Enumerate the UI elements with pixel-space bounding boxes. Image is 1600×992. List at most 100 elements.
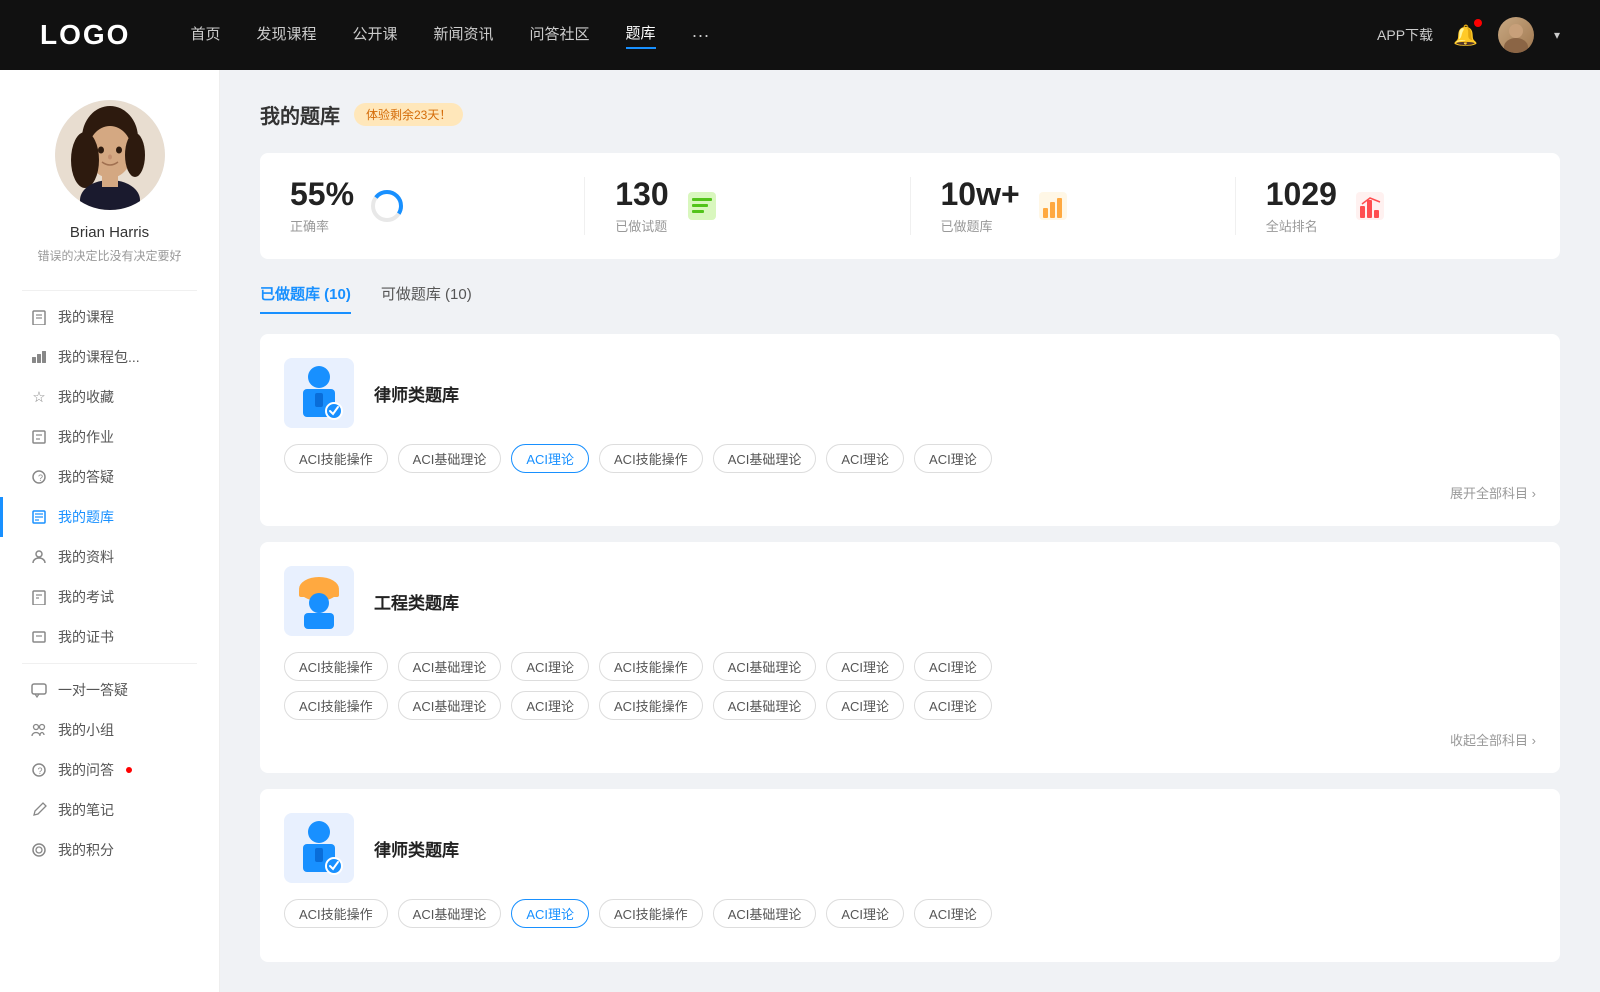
profile-icon bbox=[30, 548, 48, 566]
course-pack-icon bbox=[30, 348, 48, 366]
certificate-icon bbox=[30, 628, 48, 646]
nav-item-news[interactable]: 新闻资讯 bbox=[434, 23, 494, 48]
nav-item-qbank[interactable]: 题库 bbox=[626, 22, 656, 49]
tag-1-5[interactable]: ACI理论 bbox=[826, 444, 904, 473]
app-download-link[interactable]: APP下载 bbox=[1377, 25, 1433, 45]
stat-site-rank: 1029 全站排名 bbox=[1236, 177, 1560, 235]
stat-done-questions-value: 130 bbox=[615, 177, 668, 212]
rank-icon bbox=[1351, 187, 1389, 225]
qbank-card-lawyer-1: 律师类题库 ACI技能操作 ACI基础理论 ACI理论 ACI技能操作 ACI基… bbox=[260, 334, 1560, 526]
tab-done-banks[interactable]: 已做题库 (10) bbox=[260, 283, 351, 314]
tag-3-2[interactable]: ACI理论 bbox=[511, 899, 589, 928]
nav-item-discover[interactable]: 发现课程 bbox=[256, 23, 316, 48]
sidebar-item-certificate[interactable]: 我的证书 bbox=[0, 617, 219, 657]
stat-done-questions-text: 130 已做试题 bbox=[615, 177, 668, 235]
user-motto: 错误的决定比没有决定要好 bbox=[27, 247, 191, 264]
chevron-down-icon[interactable]: ▾ bbox=[1554, 28, 1560, 42]
tag-3-3[interactable]: ACI技能操作 bbox=[599, 899, 703, 928]
tag-2a-5[interactable]: ACI理论 bbox=[826, 652, 904, 681]
sidebar-label-profile: 我的资料 bbox=[58, 547, 114, 567]
stat-done-banks-value: 10w+ bbox=[941, 177, 1020, 212]
tag-1-4[interactable]: ACI基础理论 bbox=[713, 444, 817, 473]
sidebar-item-groups[interactable]: 我的小组 bbox=[0, 710, 219, 750]
navbar: LOGO 首页 发现课程 公开课 新闻资讯 问答社区 题库 ··· APP下载 … bbox=[0, 0, 1600, 70]
tag-2a-2[interactable]: ACI理论 bbox=[511, 652, 589, 681]
tag-3-5[interactable]: ACI理论 bbox=[826, 899, 904, 928]
sidebar-item-courses[interactable]: 我的课程 bbox=[0, 297, 219, 337]
sidebar-item-homework[interactable]: 我的作业 bbox=[0, 417, 219, 457]
tag-2b-0[interactable]: ACI技能操作 bbox=[284, 691, 388, 720]
my-qa-icon: ? bbox=[30, 761, 48, 779]
sidebar-item-exam[interactable]: 我的考试 bbox=[0, 577, 219, 617]
qa-notification-dot bbox=[126, 767, 132, 773]
main-content: 我的题库 体验剩余23天！ 55% 正确率 bbox=[220, 70, 1600, 992]
qbank-header-1: 律师类题库 bbox=[284, 358, 1536, 428]
notes-icon bbox=[30, 801, 48, 819]
tag-1-6[interactable]: ACI理论 bbox=[914, 444, 992, 473]
qbank-title-1: 律师类题库 bbox=[374, 381, 459, 406]
tag-2b-2[interactable]: ACI理论 bbox=[511, 691, 589, 720]
sidebar-label-qa: 我的答疑 bbox=[58, 467, 114, 487]
tag-2b-4[interactable]: ACI基础理论 bbox=[713, 691, 817, 720]
sidebar-divider-2 bbox=[22, 663, 197, 664]
stat-done-banks-text: 10w+ 已做题库 bbox=[941, 177, 1020, 235]
stat-accuracy-text: 55% 正确率 bbox=[290, 177, 354, 235]
tag-1-2[interactable]: ACI理论 bbox=[511, 444, 589, 473]
qbank-tags-row-2b: ACI技能操作 ACI基础理论 ACI理论 ACI技能操作 ACI基础理论 AC… bbox=[284, 691, 1536, 720]
tag-3-6[interactable]: ACI理论 bbox=[914, 899, 992, 928]
tab-available-banks[interactable]: 可做题库 (10) bbox=[381, 283, 472, 314]
sidebar-item-my-qa[interactable]: ? 我的问答 bbox=[0, 750, 219, 790]
sidebar-item-points[interactable]: 我的积分 bbox=[0, 830, 219, 870]
tag-2a-6[interactable]: ACI理论 bbox=[914, 652, 992, 681]
expand-link-1[interactable]: 展开全部科目 › bbox=[284, 483, 1536, 502]
qbank-header-2: 工程类题库 bbox=[284, 566, 1536, 636]
tag-2a-3[interactable]: ACI技能操作 bbox=[599, 652, 703, 681]
stat-done-questions-label: 已做试题 bbox=[615, 216, 668, 235]
tag-1-1[interactable]: ACI基础理论 bbox=[398, 444, 502, 473]
trial-badge: 体验剩余23天！ bbox=[354, 103, 463, 126]
sidebar-label-1on1: 一对一答疑 bbox=[58, 680, 128, 700]
qbank-title-2: 工程类题库 bbox=[374, 589, 459, 614]
nav-item-openclass[interactable]: 公开课 bbox=[352, 23, 397, 48]
tag-2a-1[interactable]: ACI基础理论 bbox=[398, 652, 502, 681]
sidebar-label-exam: 我的考试 bbox=[58, 587, 114, 607]
tag-2b-6[interactable]: ACI理论 bbox=[914, 691, 992, 720]
nav-menu: 首页 发现课程 公开课 新闻资讯 问答社区 题库 ··· bbox=[190, 22, 1377, 49]
tag-3-0[interactable]: ACI技能操作 bbox=[284, 899, 388, 928]
nav-more-dots[interactable]: ··· bbox=[692, 25, 710, 46]
tag-3-1[interactable]: ACI基础理论 bbox=[398, 899, 502, 928]
sidebar-label-courses: 我的课程 bbox=[58, 307, 114, 327]
tag-2b-1[interactable]: ACI基础理论 bbox=[398, 691, 502, 720]
sidebar-item-notes[interactable]: 我的笔记 bbox=[0, 790, 219, 830]
tag-2b-5[interactable]: ACI理论 bbox=[826, 691, 904, 720]
avatar[interactable] bbox=[1498, 17, 1534, 53]
qbank-header-3: 律师类题库 bbox=[284, 813, 1536, 883]
qbank-tags-row-1: ACI技能操作 ACI基础理论 ACI理论 ACI技能操作 ACI基础理论 AC… bbox=[284, 444, 1536, 473]
sidebar-item-qa-mine[interactable]: ? 我的答疑 bbox=[0, 457, 219, 497]
qbank-tags-row-3: ACI技能操作 ACI基础理论 ACI理论 ACI技能操作 ACI基础理论 AC… bbox=[284, 899, 1536, 928]
nav-item-qa[interactable]: 问答社区 bbox=[530, 23, 590, 48]
star-icon: ☆ bbox=[30, 388, 48, 406]
qbank-card-engineer: 工程类题库 ACI技能操作 ACI基础理论 ACI理论 ACI技能操作 ACI基… bbox=[260, 542, 1560, 773]
sidebar-label-course-pack: 我的课程包... bbox=[58, 347, 140, 367]
sidebar-item-1on1[interactable]: 一对一答疑 bbox=[0, 670, 219, 710]
nav-item-home[interactable]: 首页 bbox=[190, 23, 220, 48]
sidebar-item-course-pack[interactable]: 我的课程包... bbox=[0, 337, 219, 377]
sidebar-item-profile[interactable]: 我的资料 bbox=[0, 537, 219, 577]
user-name: Brian Harris bbox=[70, 224, 149, 241]
logo[interactable]: LOGO bbox=[40, 19, 130, 51]
tag-1-3[interactable]: ACI技能操作 bbox=[599, 444, 703, 473]
main-layout: Brian Harris 错误的决定比没有决定要好 我的课程 我的课程包... … bbox=[0, 70, 1600, 992]
notification-bell[interactable]: 🔔 bbox=[1453, 23, 1478, 48]
tag-3-4[interactable]: ACI基础理论 bbox=[713, 899, 817, 928]
sidebar-item-qbank[interactable]: 我的题库 bbox=[0, 497, 219, 537]
tag-2a-4[interactable]: ACI基础理论 bbox=[713, 652, 817, 681]
tag-1-0[interactable]: ACI技能操作 bbox=[284, 444, 388, 473]
user-avatar-large bbox=[55, 100, 165, 210]
collapse-link-2[interactable]: 收起全部科目 › bbox=[284, 730, 1536, 749]
tag-2a-0[interactable]: ACI技能操作 bbox=[284, 652, 388, 681]
avatar-image bbox=[1498, 17, 1534, 53]
tag-2b-3[interactable]: ACI技能操作 bbox=[599, 691, 703, 720]
sidebar-item-favorites[interactable]: ☆ 我的收藏 bbox=[0, 377, 219, 417]
stat-done-questions: 130 已做试题 bbox=[585, 177, 910, 235]
